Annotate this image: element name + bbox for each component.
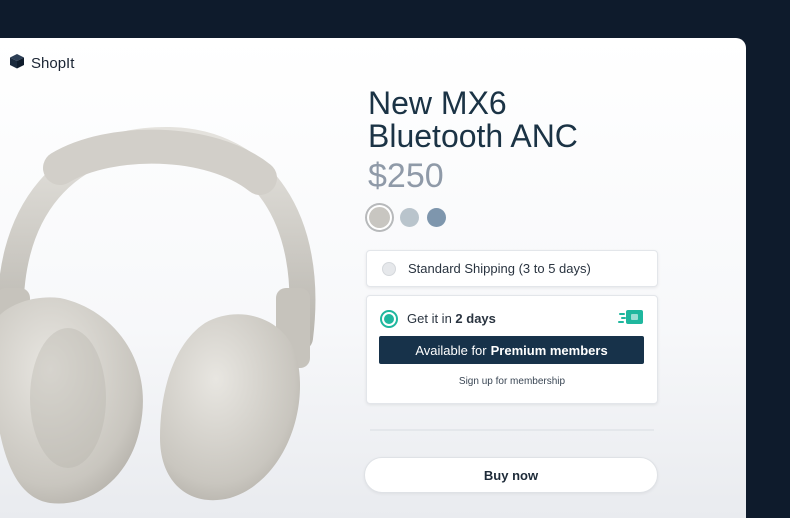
color-swatch-1[interactable] (369, 207, 390, 228)
standard-shipping-radio[interactable] (382, 261, 396, 276)
color-swatches (367, 205, 446, 230)
divider (370, 429, 654, 431)
brand[interactable]: ShopIt (9, 53, 74, 74)
product-title: New MX6 Bluetooth ANC (368, 87, 698, 153)
express-label-prefix: Get it in (407, 311, 452, 326)
standard-shipping-option[interactable]: Standard Shipping (3 to 5 days) (366, 250, 658, 287)
buy-now-button[interactable]: Buy now (364, 457, 658, 493)
title-line-1: New MX6 (368, 85, 507, 121)
product-card: ShopIt New MX6 Bluetooth ANC $250 Standa… (0, 38, 746, 518)
express-shipping-radio[interactable] (380, 310, 398, 328)
premium-bold: Premium members (490, 342, 608, 358)
express-shipping-label: Get it in 2 days (407, 311, 496, 326)
cube-icon (9, 53, 25, 74)
fast-truck-icon (618, 309, 644, 330)
signup-membership-link[interactable]: Sign up for membership (367, 376, 657, 387)
express-label-bold: 2 days (455, 311, 496, 326)
headphones-image (0, 126, 316, 504)
express-shipping-option[interactable]: Get it in 2 days Available for Premium m… (366, 295, 658, 404)
brand-name: ShopIt (31, 55, 75, 72)
premium-members-banner: Available for Premium members (379, 336, 644, 364)
title-line-2: Bluetooth ANC (368, 118, 578, 154)
product-price: $250 (368, 157, 444, 195)
color-swatch-2[interactable] (400, 208, 419, 227)
color-swatch-3[interactable] (427, 208, 446, 227)
standard-shipping-label: Standard Shipping (3 to 5 days) (408, 261, 591, 276)
premium-prefix: Available for (415, 342, 487, 358)
